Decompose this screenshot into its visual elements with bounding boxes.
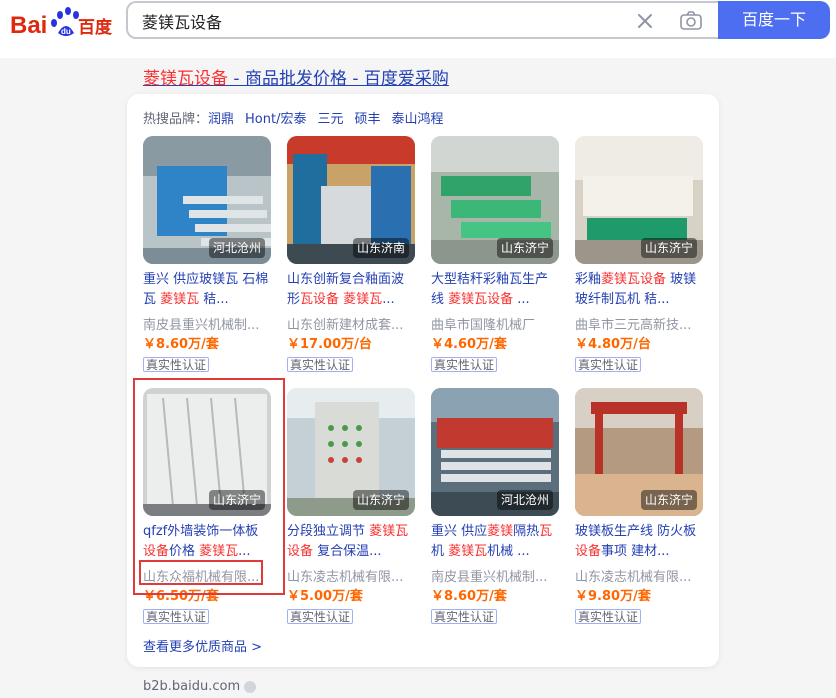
product-title[interactable]: 玻镁板生产线 防火板设备事项 建材... (575, 522, 703, 562)
product-image[interactable]: 河北沧州 (143, 136, 271, 264)
location-tag: 山东济宁 (352, 490, 409, 510)
svg-text:百度: 百度 (78, 17, 113, 38)
seller-name[interactable]: 山东凌志机械有限... (287, 566, 415, 585)
title-text: 机 (431, 544, 449, 559)
search-box (126, 1, 718, 39)
hot-brands: 热搜品牌：润鼎 Hont/宏泰 三元 硕丰 泰山鸿程 (143, 108, 455, 127)
product-title[interactable]: 彩釉菱镁瓦设备 玻镁玻纤制瓦机 秸... (575, 270, 703, 310)
result-title-link[interactable]: 菱镁瓦设备 - 商品批发价格 - 百度爱采购 (143, 64, 449, 89)
seller-name[interactable]: 南皮县重兴机械制... (431, 566, 559, 585)
price: ￥4.60万/套 (431, 337, 507, 352)
location-tag: 山东济宁 (640, 238, 697, 258)
verified-badge: 真实性认证 (287, 609, 354, 624)
price: ￥8.60万/套 (431, 589, 507, 604)
brand-link[interactable]: 三元 (317, 112, 343, 127)
title-keyword: 菱镁瓦 (343, 292, 383, 307)
product-item[interactable]: 山东济宁 玻镁板生产线 防火板设备事项 建材... 山东凌志机械有限... ￥9… (575, 388, 703, 628)
title-text: 事项 建材... (601, 544, 670, 559)
product-item[interactable]: 河北沧州 重兴 供应菱镁隔热瓦机 菱镁瓦机械 ... 南皮县重兴机械制... ￥… (431, 388, 559, 628)
product-item[interactable]: 山东济宁 彩釉菱镁瓦设备 玻镁玻纤制瓦机 秸... 曲阜市三元高新技... ￥4… (575, 136, 703, 376)
search-button[interactable]: 百度一下 (718, 1, 830, 39)
product-image[interactable]: 山东济宁 (431, 136, 559, 264)
title-rest: - 商品批发价格 - 百度爱采购 (228, 69, 449, 89)
baidu-logo[interactable]: Bai du 百度 (10, 5, 114, 41)
title-text: 玻镁板生产线 防火板 (575, 524, 697, 539)
hot-brands-label: 热搜品牌： (143, 112, 209, 127)
price: ￥9.80万/套 (575, 589, 651, 604)
camera-icon[interactable] (680, 11, 702, 31)
seller-name[interactable]: 山东凌志机械有限... (575, 566, 703, 585)
title-keyword: 瓦设备 (300, 292, 340, 307)
location-tag: 河北沧州 (208, 238, 265, 258)
chevron-down-icon[interactable] (244, 680, 257, 693)
title-keyword: 瓦 (539, 524, 553, 539)
verified-badge: 真实性认证 (575, 609, 642, 624)
product-item[interactable]: 山东济南 山东创新复合釉面波形瓦设备 菱镁瓦... 山东创新建材成套... ￥1… (287, 136, 415, 376)
brand-link[interactable]: 泰山鸿程 (392, 112, 444, 127)
search-input[interactable] (142, 10, 622, 32)
product-image[interactable]: 山东济宁 (575, 388, 703, 516)
brand-link[interactable]: 润鼎 (208, 112, 234, 127)
title-text: 复合保温... (313, 544, 382, 559)
product-title[interactable]: 重兴 供应玻镁瓦 石棉瓦 菱镁瓦 秸... (143, 270, 271, 310)
title-keyword: 菱镁瓦 (160, 292, 200, 307)
title-keyword: 菱镁瓦设备 (448, 292, 514, 307)
title-keyword: 菱镁瓦设备 (601, 272, 667, 287)
product-title[interactable]: 山东创新复合釉面波形瓦设备 菱镁瓦... (287, 270, 415, 310)
product-image[interactable]: 山东济宁 (575, 136, 703, 264)
title-text: 重兴 供应 (431, 524, 488, 539)
product-title[interactable]: 大型秸秆彩釉瓦生产线 菱镁瓦设备 ... (431, 270, 559, 310)
seller-name[interactable]: 山东创新建材成套... (287, 314, 415, 333)
clear-icon[interactable] (636, 12, 654, 30)
verified-badge: 真实性认证 (575, 357, 642, 372)
svg-text:du: du (61, 27, 71, 36)
svg-text:Bai: Bai (10, 12, 47, 39)
seller-name[interactable]: 南皮县重兴机械制... (143, 314, 271, 333)
product-title[interactable]: 重兴 供应菱镁隔热瓦机 菱镁瓦机械 ... (431, 522, 559, 562)
verified-badge: 真实性认证 (143, 609, 210, 624)
title-keyword: 菱镁 (487, 524, 514, 539)
location-tag: 山东济宁 (640, 490, 697, 510)
more-products-link[interactable]: 查看更多优质商品 > (143, 636, 262, 655)
source-domain[interactable]: b2b.baidu.com (143, 679, 257, 694)
verified-badge: 真实性认证 (287, 357, 354, 372)
title-keyword: 菱镁瓦设备 (143, 69, 228, 89)
product-item[interactable]: 山东济宁 大型秸秆彩釉瓦生产线 菱镁瓦设备 ... 曲阜市国隆机械厂 ￥4.60… (431, 136, 559, 376)
product-title[interactable]: 分段独立调节 菱镁瓦设备 复合保温... (287, 522, 415, 562)
price: ￥17.00万/台 (287, 337, 372, 352)
product-image[interactable]: 山东济宁 (287, 388, 415, 516)
price: ￥4.80万/台 (575, 337, 651, 352)
brand-link[interactable]: Hont/宏泰 (245, 112, 306, 127)
title-text: 分段独立调节 (287, 524, 370, 539)
seller-name[interactable]: 曲阜市国隆机械厂 (431, 314, 559, 333)
location-tag: 山东济南 (352, 238, 409, 258)
source-text: b2b.baidu.com (143, 679, 241, 694)
price: ￥8.60万/套 (143, 337, 219, 352)
title-keyword: 菱镁瓦 (448, 544, 488, 559)
price: ￥5.00万/套 (287, 589, 363, 604)
title-text: 机械 ... (487, 544, 530, 559)
title-text: 彩釉 (575, 272, 602, 287)
product-image[interactable]: 河北沧州 (431, 388, 559, 516)
verified-badge: 真实性认证 (143, 357, 210, 372)
location-tag: 山东济宁 (496, 238, 553, 258)
title-text: 秸... (199, 292, 229, 307)
top-bar: Bai du 百度 百度一下 (0, 0, 836, 58)
title-text: ... (382, 292, 395, 307)
verified-badge: 真实性认证 (431, 357, 498, 372)
product-image[interactable]: 山东济南 (287, 136, 415, 264)
verified-badge: 真实性认证 (431, 609, 498, 624)
brand-link[interactable]: 硕丰 (355, 112, 381, 127)
product-item[interactable]: 山东济宁 分段独立调节 菱镁瓦设备 复合保温... 山东凌志机械有限... ￥5… (287, 388, 415, 628)
location-tag: 河北沧州 (496, 490, 553, 510)
product-item[interactable]: 河北沧州 重兴 供应玻镁瓦 石棉瓦 菱镁瓦 秸... 南皮县重兴机械制... ￥… (143, 136, 271, 376)
annotation-box-seller (139, 560, 263, 585)
seller-name[interactable]: 曲阜市三元高新技... (575, 314, 703, 333)
title-keyword: 设备 (575, 544, 602, 559)
title-text: ... (513, 292, 530, 307)
title-text: 隔热 (513, 524, 540, 539)
